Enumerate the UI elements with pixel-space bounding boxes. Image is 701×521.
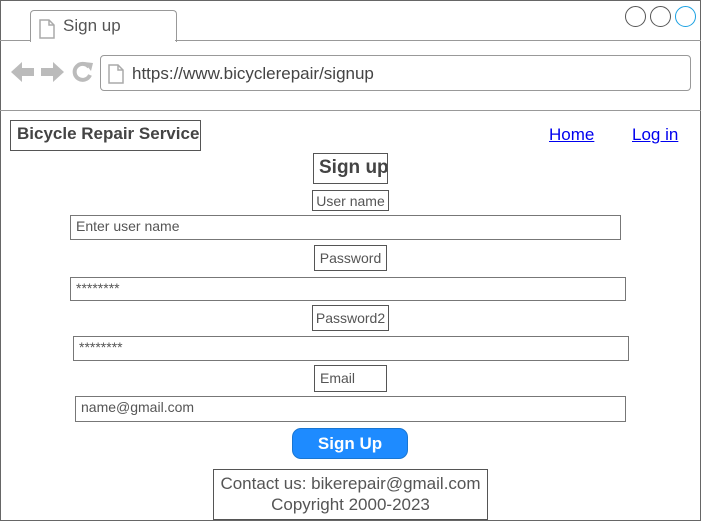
url-text: https://www.bicyclerepair/signup (132, 64, 374, 83)
address-bar[interactable]: https://www.bicyclerepair/signup (100, 55, 691, 91)
username-label: User name (312, 190, 389, 211)
maximize-circle-icon[interactable] (650, 6, 671, 27)
password2-input[interactable]: ******** (73, 336, 629, 361)
password-label: Password (314, 245, 387, 271)
footer-copyright: Copyright 2000-2023 (271, 495, 430, 514)
page-icon (108, 64, 124, 89)
nav-login-link[interactable]: Log in (632, 125, 678, 145)
back-arrow-icon[interactable] (11, 61, 35, 88)
browser-tab[interactable]: Sign up (30, 10, 177, 42)
forward-arrow-icon[interactable] (40, 61, 64, 88)
close-circle-icon[interactable] (675, 6, 696, 27)
password2-label: Password2 (312, 305, 389, 331)
tab-title: Sign up (63, 16, 121, 35)
site-brand: Bicycle Repair Service (10, 120, 201, 151)
password-input[interactable]: ******** (70, 277, 626, 301)
footer-contact: Contact us: bikerepair@gmail.com (220, 474, 481, 493)
email-input[interactable]: name@gmail.com (75, 396, 626, 422)
nav-home-link[interactable]: Home (549, 125, 594, 145)
page-title: Sign up (313, 153, 388, 184)
minimize-circle-icon[interactable] (625, 6, 646, 27)
reload-icon[interactable] (71, 61, 93, 88)
footer: Contact us: bikerepair@gmail.com Copyrig… (213, 469, 488, 520)
address-bar-row: https://www.bicyclerepair/signup (0, 41, 701, 109)
address-bar-divider (0, 110, 701, 111)
username-input[interactable]: Enter user name (70, 215, 621, 240)
sign-up-button[interactable]: Sign Up (292, 428, 408, 459)
email-label: Email (314, 365, 387, 392)
